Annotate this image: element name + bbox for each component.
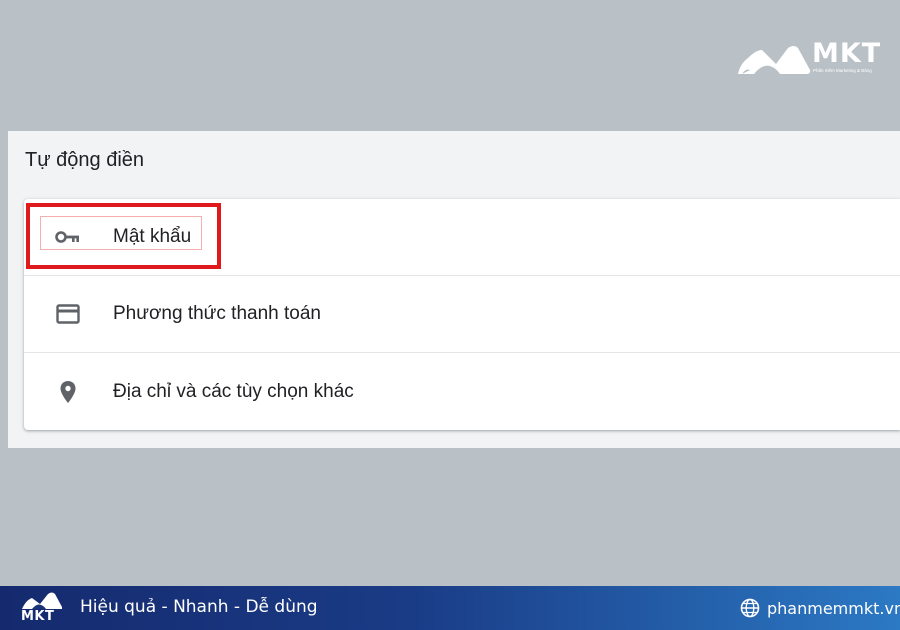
section-title: Tự động điền: [25, 149, 145, 171]
credit-card-icon: [54, 300, 82, 328]
website-text: phanmemmkt.vn: [767, 598, 900, 618]
autofill-card: Mật khẩu Phương thức thanh toán Địa chỉ …: [24, 199, 900, 430]
website-link[interactable]: phanmemmkt.vn: [740, 597, 900, 619]
footer-logo-text: MKT: [21, 609, 55, 624]
autofill-item-label: Địa chỉ và các tùy chọn khác: [113, 380, 354, 402]
autofill-item-passwords[interactable]: Mật khẩu: [24, 199, 900, 276]
brand-logo: MKT Phần mềm Marketing & Bảng: [736, 38, 886, 78]
mountain-logo-icon: [22, 592, 62, 609]
autofill-item-addresses[interactable]: Địa chỉ và các tùy chọn khác: [24, 353, 900, 430]
brand-tagline: Phần mềm Marketing & Bảng: [813, 68, 872, 73]
brand-name: MKT: [812, 38, 882, 69]
autofill-item-label: Phương thức thanh toán: [113, 303, 321, 324]
globe-icon: [740, 598, 760, 618]
location-pin-icon: [54, 378, 82, 406]
footer-logo: MKT: [20, 590, 64, 626]
footer-banner: MKT Hiệu quả - Nhanh - Dễ dùng phanmemmk…: [0, 586, 900, 630]
key-icon: [54, 223, 82, 251]
autofill-item-label: Mật khẩu: [113, 226, 192, 247]
mountain-logo-icon: [738, 46, 811, 74]
autofill-item-payment-methods[interactable]: Phương thức thanh toán: [24, 276, 900, 353]
autofill-settings-panel: Tự động điền Mật khẩu Phương thức thanh …: [8, 131, 900, 448]
footer-slogan: Hiệu quả - Nhanh - Dễ dùng: [80, 597, 318, 617]
